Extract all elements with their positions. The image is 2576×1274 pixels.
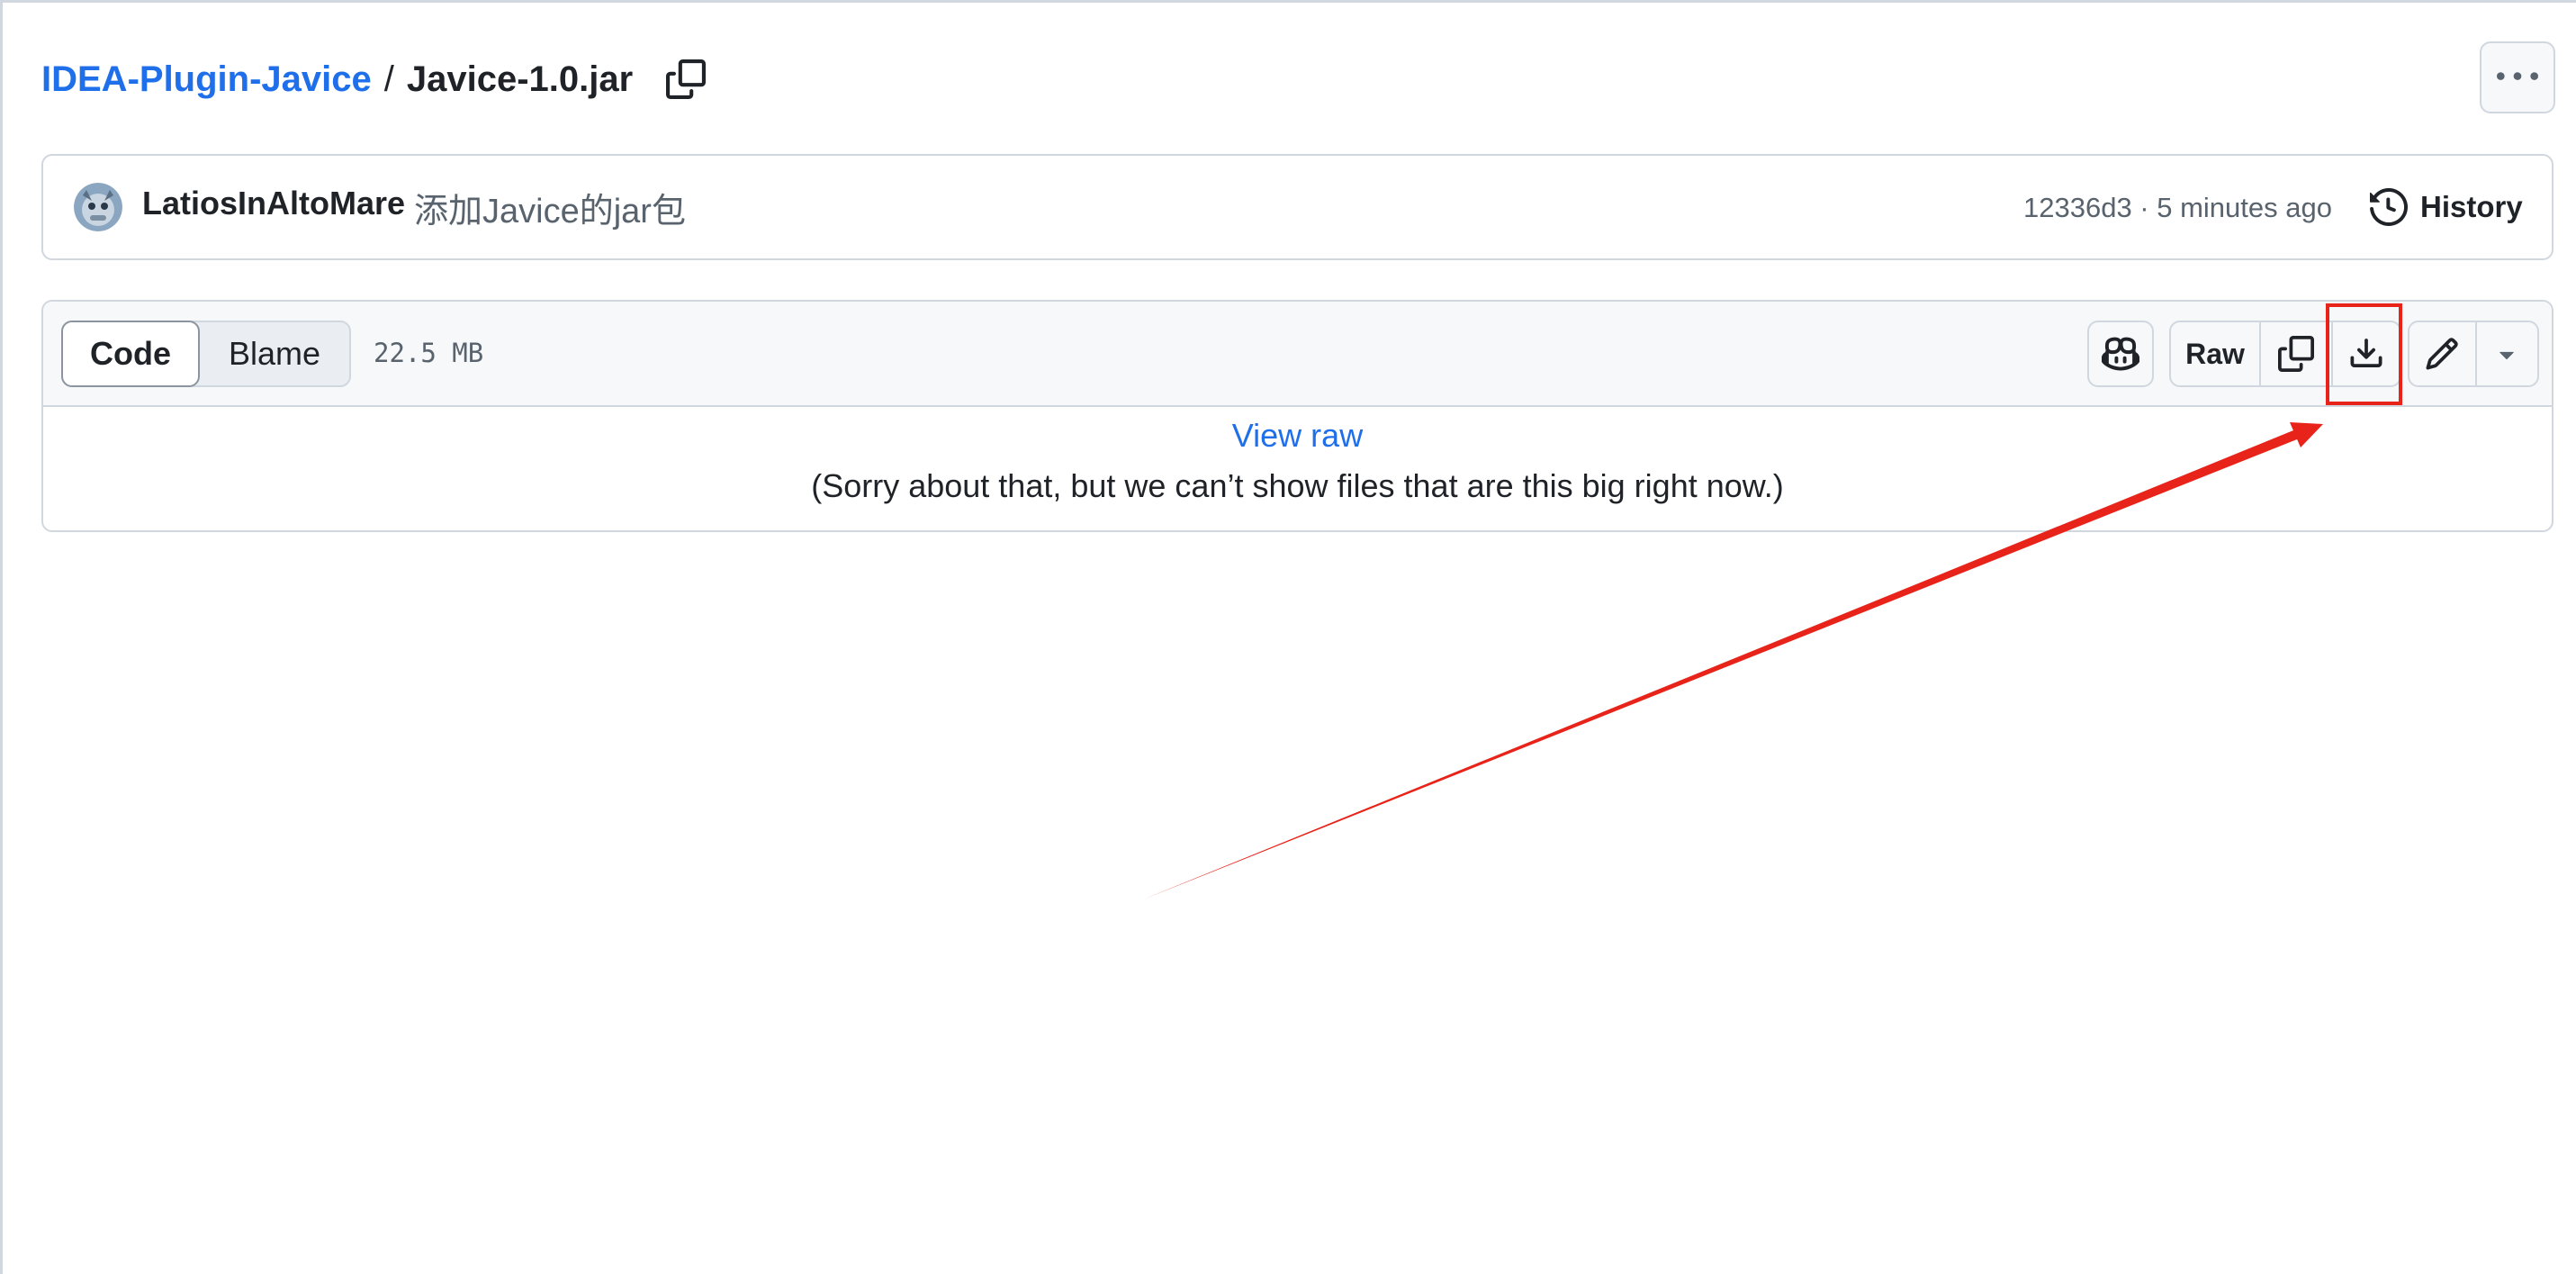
copy-icon [666,59,707,99]
kebab-icon [2497,72,2538,80]
breadcrumb: IDEA-Plugin-Javice / Javice-1.0.jar [41,52,708,106]
copy-raw-button[interactable] [2261,322,2333,385]
file-viewer: Code Blame 22.5 MB Raw View raw (Sorry a… [41,300,2553,532]
copilot-button[interactable] [2087,321,2154,387]
view-raw-link[interactable]: View raw [1232,417,1363,454]
file-size: 22.5 MB [374,338,484,368]
triangle-down-icon [2499,351,2515,360]
avatar[interactable] [74,183,122,231]
more-edit-options-button[interactable] [2477,322,2537,385]
pencil-icon [2426,338,2459,370]
raw-button[interactable]: Raw [2171,322,2261,385]
view-raw-container: View raw [43,417,2552,455]
repo-link[interactable]: IDEA-Plugin-Javice [41,59,372,100]
history-label: History [2420,190,2523,223]
copilot-icon [2102,337,2139,371]
copy-icon [2278,336,2314,372]
commit-message[interactable]: 添加Javice的jar包 [414,183,686,232]
history-icon [2370,188,2408,226]
download-raw-button[interactable] [2333,322,2400,385]
view-toggle: Code Blame [61,321,351,387]
history-button[interactable]: History [2370,183,2523,231]
edit-file-button[interactable] [2409,322,2477,385]
edit-actions-group [2408,321,2539,387]
file-header: Code Blame 22.5 MB Raw [43,302,2552,407]
file-name: Javice-1.0.jar [406,59,634,99]
more-options-button[interactable] [2480,41,2555,113]
file-actions-group: Raw [2169,321,2401,387]
commit-meta[interactable]: 12336d3 · 5 minutes ago [2023,192,2332,224]
latest-commit-bar: LatiosInAltoMare 添加Javice的jar包 12336d3 ·… [41,154,2553,260]
commit-author[interactable]: LatiosInAltoMare [142,185,405,222]
tab-code[interactable]: Code [61,321,200,387]
breadcrumb-separator: / [383,59,394,99]
tab-blame[interactable]: Blame [200,322,349,385]
download-icon [2350,339,2382,367]
copy-path-button[interactable] [663,57,708,102]
file-too-big-notice: (Sorry about that, but we can’t show fil… [811,467,1784,504]
